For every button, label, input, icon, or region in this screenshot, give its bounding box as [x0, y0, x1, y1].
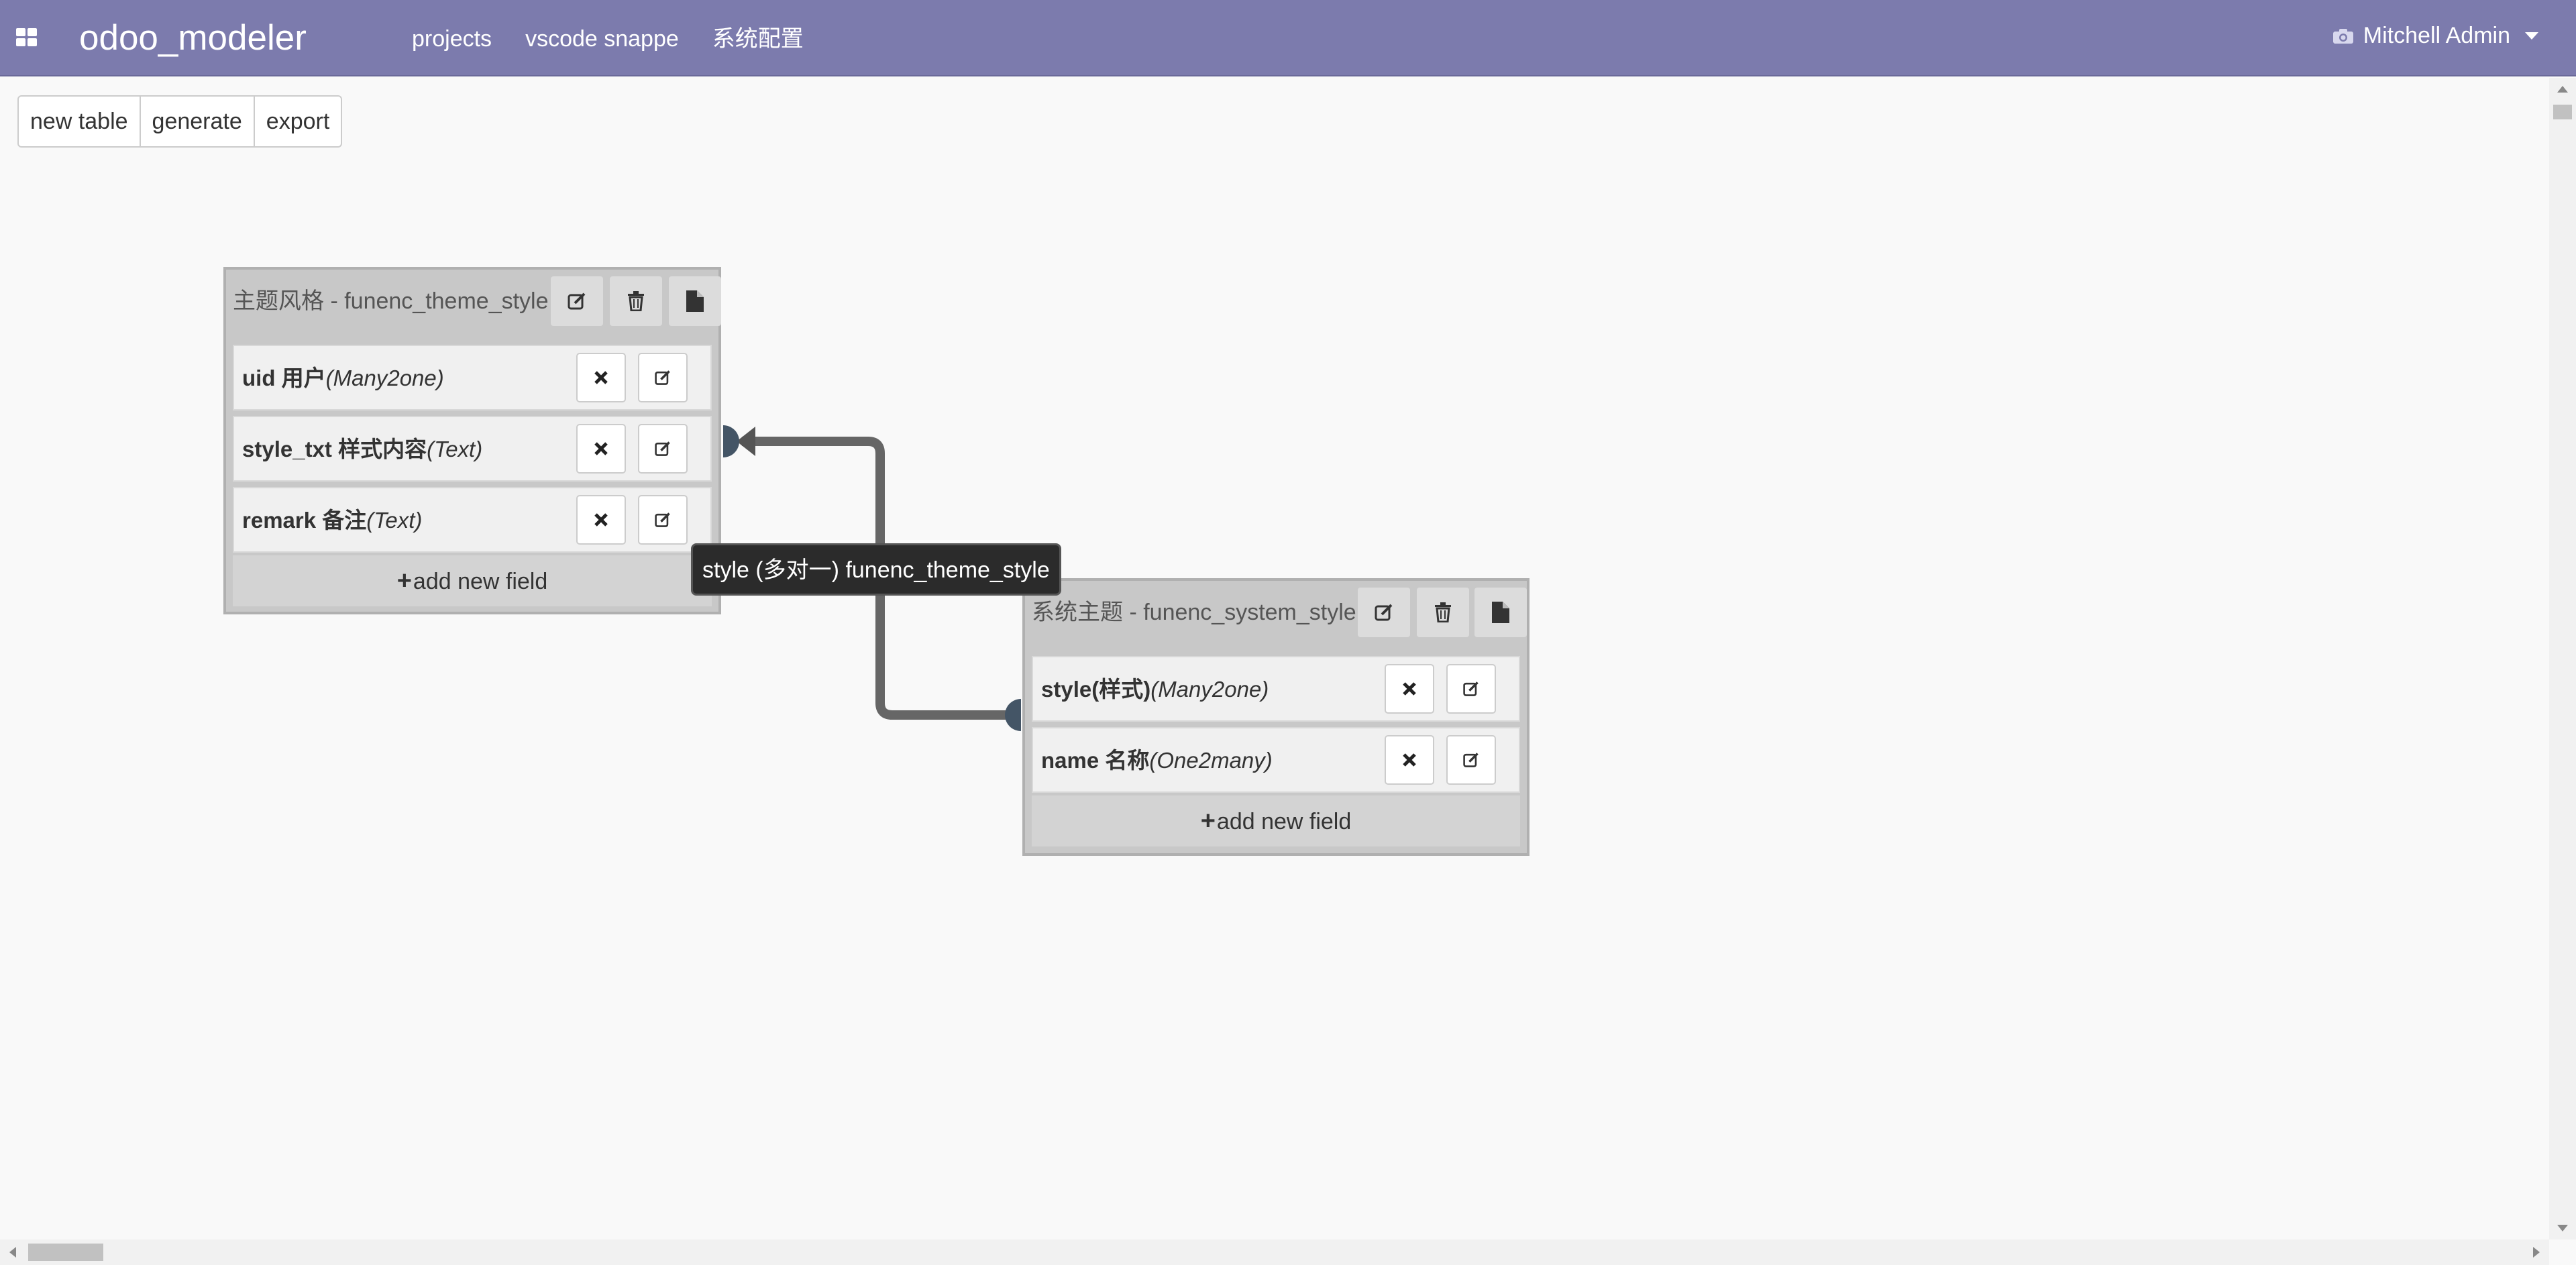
vertical-scroll-thumb[interactable] — [2553, 105, 2572, 119]
horizontal-scrollbar[interactable] — [0, 1240, 2549, 1265]
trash-icon — [1435, 602, 1451, 622]
plus-icon: + — [1200, 807, 1216, 835]
add-field-button[interactable]: +add new field — [233, 555, 712, 606]
remove-field-button[interactable] — [1385, 735, 1434, 785]
table-header: 主题风格 - funenc_theme_style — [233, 270, 721, 334]
table-card-theme-style[interactable]: 主题风格 - funenc_theme_style uid 用户(Many2on… — [223, 267, 721, 614]
edit-field-button[interactable] — [638, 495, 688, 545]
field-label: style_txt 样式内容(Text) — [242, 437, 483, 461]
edit-icon — [655, 512, 670, 527]
file-icon — [1492, 602, 1509, 623]
vertical-scrollbar[interactable] — [2549, 78, 2576, 1240]
scroll-left-icon[interactable] — [9, 1247, 16, 1258]
table-header: 系统主题 - funenc_system_style — [1032, 581, 1527, 645]
horizontal-scroll-thumb[interactable] — [28, 1244, 103, 1261]
close-icon — [1403, 753, 1416, 767]
field-row[interactable]: style(样式)(Many2one) — [1032, 656, 1520, 722]
field-label: name 名称(One2many) — [1041, 748, 1273, 773]
field-row[interactable]: name 名称(One2many) — [1032, 727, 1520, 793]
edit-field-button[interactable] — [1446, 664, 1496, 714]
field-row[interactable]: uid 用户(Many2one) — [233, 345, 712, 410]
file-table-button[interactable] — [1474, 588, 1527, 637]
delete-table-button[interactable] — [610, 276, 662, 326]
scroll-up-icon[interactable] — [2557, 86, 2568, 93]
remove-field-button[interactable] — [576, 424, 626, 474]
scroll-right-icon[interactable] — [2533, 1247, 2540, 1258]
table-title: 系统主题 - funenc_system_style — [1032, 600, 1356, 625]
edit-icon — [1463, 753, 1479, 767]
edit-icon — [1463, 681, 1479, 696]
close-icon — [594, 442, 608, 455]
add-field-button[interactable]: +add new field — [1032, 795, 1520, 846]
plus-icon: + — [396, 567, 412, 595]
edit-icon — [655, 441, 670, 456]
edit-table-button[interactable] — [1358, 588, 1410, 637]
relation-tooltip: style (多对一) funenc_theme_style — [691, 543, 1061, 596]
delete-table-button[interactable] — [1417, 588, 1469, 637]
close-icon — [1403, 682, 1416, 696]
remove-field-button[interactable] — [576, 495, 626, 545]
file-table-button[interactable] — [669, 276, 721, 326]
field-row[interactable]: remark 备注(Text) — [233, 487, 712, 553]
edit-icon — [1375, 604, 1393, 621]
remove-field-button[interactable] — [576, 353, 626, 402]
table-card-system-style[interactable]: 系统主题 - funenc_system_style style(样式)(Man… — [1022, 578, 1529, 856]
edit-table-button[interactable] — [551, 276, 603, 326]
field-label: uid 用户(Many2one) — [242, 366, 444, 390]
edit-icon — [568, 292, 586, 310]
edit-field-button[interactable] — [638, 424, 688, 474]
table-title: 主题风格 - funenc_theme_style — [233, 288, 549, 314]
trash-icon — [628, 291, 644, 311]
file-icon — [686, 290, 704, 312]
close-icon — [594, 371, 608, 384]
close-icon — [594, 513, 608, 527]
scroll-down-icon[interactable] — [2557, 1225, 2568, 1231]
remove-field-button[interactable] — [1385, 664, 1434, 714]
edit-field-button[interactable] — [1446, 735, 1496, 785]
edit-field-button[interactable] — [638, 353, 688, 402]
field-label: style(样式)(Many2one) — [1041, 677, 1269, 702]
edit-icon — [655, 370, 670, 385]
field-row[interactable]: style_txt 样式内容(Text) — [233, 416, 712, 482]
field-label: remark 备注(Text) — [242, 508, 423, 533]
